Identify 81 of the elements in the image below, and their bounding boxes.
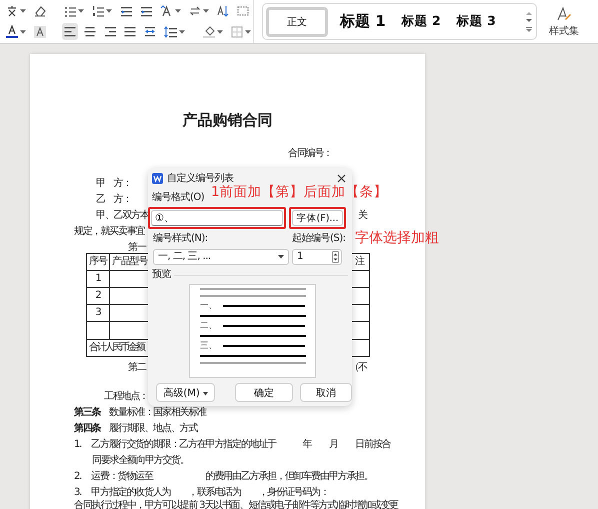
document-text: 第二 bbox=[128, 361, 146, 375]
letter-pen-icon[interactable] bbox=[556, 6, 572, 22]
caret-icon[interactable] bbox=[106, 9, 112, 13]
caret-icon[interactable] bbox=[245, 30, 251, 34]
document-text: 乙 方： bbox=[96, 192, 132, 207]
style-option[interactable]: 标题 3 bbox=[452, 6, 500, 36]
header-cell: 序号 bbox=[86, 254, 110, 270]
list-number: 2. bbox=[74, 470, 82, 484]
preview-number: 一、 bbox=[200, 302, 217, 310]
caret-icon[interactable] bbox=[217, 30, 223, 34]
style-dropdown[interactable]: 一, 二, 三, ... bbox=[153, 249, 289, 265]
align-center-icon[interactable] bbox=[84, 25, 96, 38]
close-icon[interactable] bbox=[337, 174, 346, 182]
spinner-value: 1 bbox=[297, 251, 303, 263]
app-logo-icon bbox=[152, 172, 163, 184]
style-set-button[interactable]: 样式集 bbox=[547, 0, 581, 43]
swap-icon[interactable] bbox=[189, 5, 201, 17]
document-text: 运费：货物运至 的费用由乙方承担，但卸车费由甲方承担。 bbox=[91, 470, 373, 484]
caret-icon[interactable] bbox=[20, 30, 26, 34]
bulleted-list-icon[interactable] bbox=[64, 5, 76, 17]
menu-button[interactable]: 高级(M) bbox=[156, 383, 216, 402]
style-option[interactable]: 标题 1 bbox=[336, 6, 390, 36]
dialog-button[interactable]: 确定 bbox=[235, 383, 293, 402]
list-number: 3. bbox=[74, 486, 82, 500]
decrease-indent-icon[interactable] bbox=[120, 5, 132, 17]
caret-icon[interactable] bbox=[179, 30, 185, 34]
document-text: 同要求全额向甲方交货。 bbox=[92, 454, 189, 468]
style-option[interactable]: 标题 2 bbox=[398, 6, 445, 36]
section-label: 预览 bbox=[152, 269, 171, 281]
character-shading-icon[interactable] bbox=[34, 26, 46, 38]
caret-icon[interactable] bbox=[78, 9, 84, 13]
dropdown-value: 一, 二, 三, ... bbox=[158, 251, 211, 263]
increase-indent-icon[interactable] bbox=[140, 5, 152, 17]
align-right-icon[interactable] bbox=[104, 25, 116, 38]
table-cell: 1 bbox=[86, 270, 110, 288]
font-color-icon[interactable] bbox=[6, 25, 18, 38]
sort-icon[interactable] bbox=[217, 5, 229, 17]
field-label: 编号样式(N): bbox=[153, 233, 209, 245]
eraser-icon[interactable] bbox=[34, 5, 46, 17]
list-number: 1. bbox=[74, 438, 82, 452]
number-spinner[interactable]: 1 bbox=[292, 249, 342, 265]
line-spacing-icon[interactable] bbox=[164, 26, 177, 38]
distribute-icon[interactable] bbox=[144, 25, 156, 38]
document-text: 第四条 履行期限、地点、方式 bbox=[74, 422, 198, 436]
table-grid-icon[interactable] bbox=[237, 5, 249, 17]
document-text: 关 bbox=[358, 208, 367, 223]
caret-icon[interactable] bbox=[20, 9, 26, 13]
document-title: 产品购销合同 bbox=[182, 110, 272, 130]
document-text: 甲方指定的收货人为 ，联系电话为 ，身份证号码为： bbox=[91, 486, 329, 500]
justify-icon[interactable] bbox=[124, 25, 136, 38]
font-button[interactable]: 字体(F)... bbox=[292, 210, 343, 226]
document-text: 工程地点： bbox=[104, 390, 148, 404]
preview-number: 二、 bbox=[200, 322, 217, 330]
document-text: 合同编号： bbox=[288, 146, 332, 161]
document-text: （不 bbox=[349, 361, 367, 375]
align-left-icon[interactable] bbox=[64, 25, 76, 38]
caret-icon[interactable] bbox=[175, 9, 181, 13]
text-direction-icon[interactable] bbox=[160, 5, 173, 17]
caret-icon bbox=[202, 392, 208, 396]
input-field[interactable]: ①、 bbox=[151, 210, 283, 226]
caret-icon[interactable] bbox=[203, 9, 209, 13]
document-text: 乙方履行交货的期限：乙方在甲方指定的地址于 年 月 日前按合 bbox=[91, 438, 390, 452]
annotation-text: 1前面加【第】后面加【条】 bbox=[211, 184, 388, 200]
annotation-text: 字体选择加粗 bbox=[355, 230, 439, 246]
table-cell: 2 bbox=[86, 288, 110, 304]
field-label: 编号格式(O) bbox=[152, 192, 206, 204]
document-text: 甲 方： bbox=[96, 176, 132, 191]
field-label: 起始编号(S): bbox=[292, 233, 346, 245]
expand-icon[interactable] bbox=[526, 27, 532, 32]
numbered-list-icon[interactable] bbox=[92, 5, 104, 17]
dropdown-caret-icon[interactable] bbox=[278, 255, 284, 259]
dialog-title: 自定义编号列表 bbox=[167, 172, 234, 185]
scroll-down-icon[interactable] bbox=[526, 19, 532, 23]
dialog-button[interactable]: 取消 bbox=[300, 383, 352, 402]
document-text: 第三条 数量标准：国家相关标准 bbox=[74, 406, 206, 420]
spin-arrows-icon[interactable] bbox=[332, 251, 339, 263]
document-text: 规定，就买卖事宜 bbox=[74, 224, 144, 239]
preview-number: 三、 bbox=[200, 342, 217, 350]
table-cell: 3 bbox=[86, 304, 110, 322]
style-option[interactable]: 正文 bbox=[266, 6, 328, 36]
document-text: 第一 bbox=[128, 241, 146, 255]
